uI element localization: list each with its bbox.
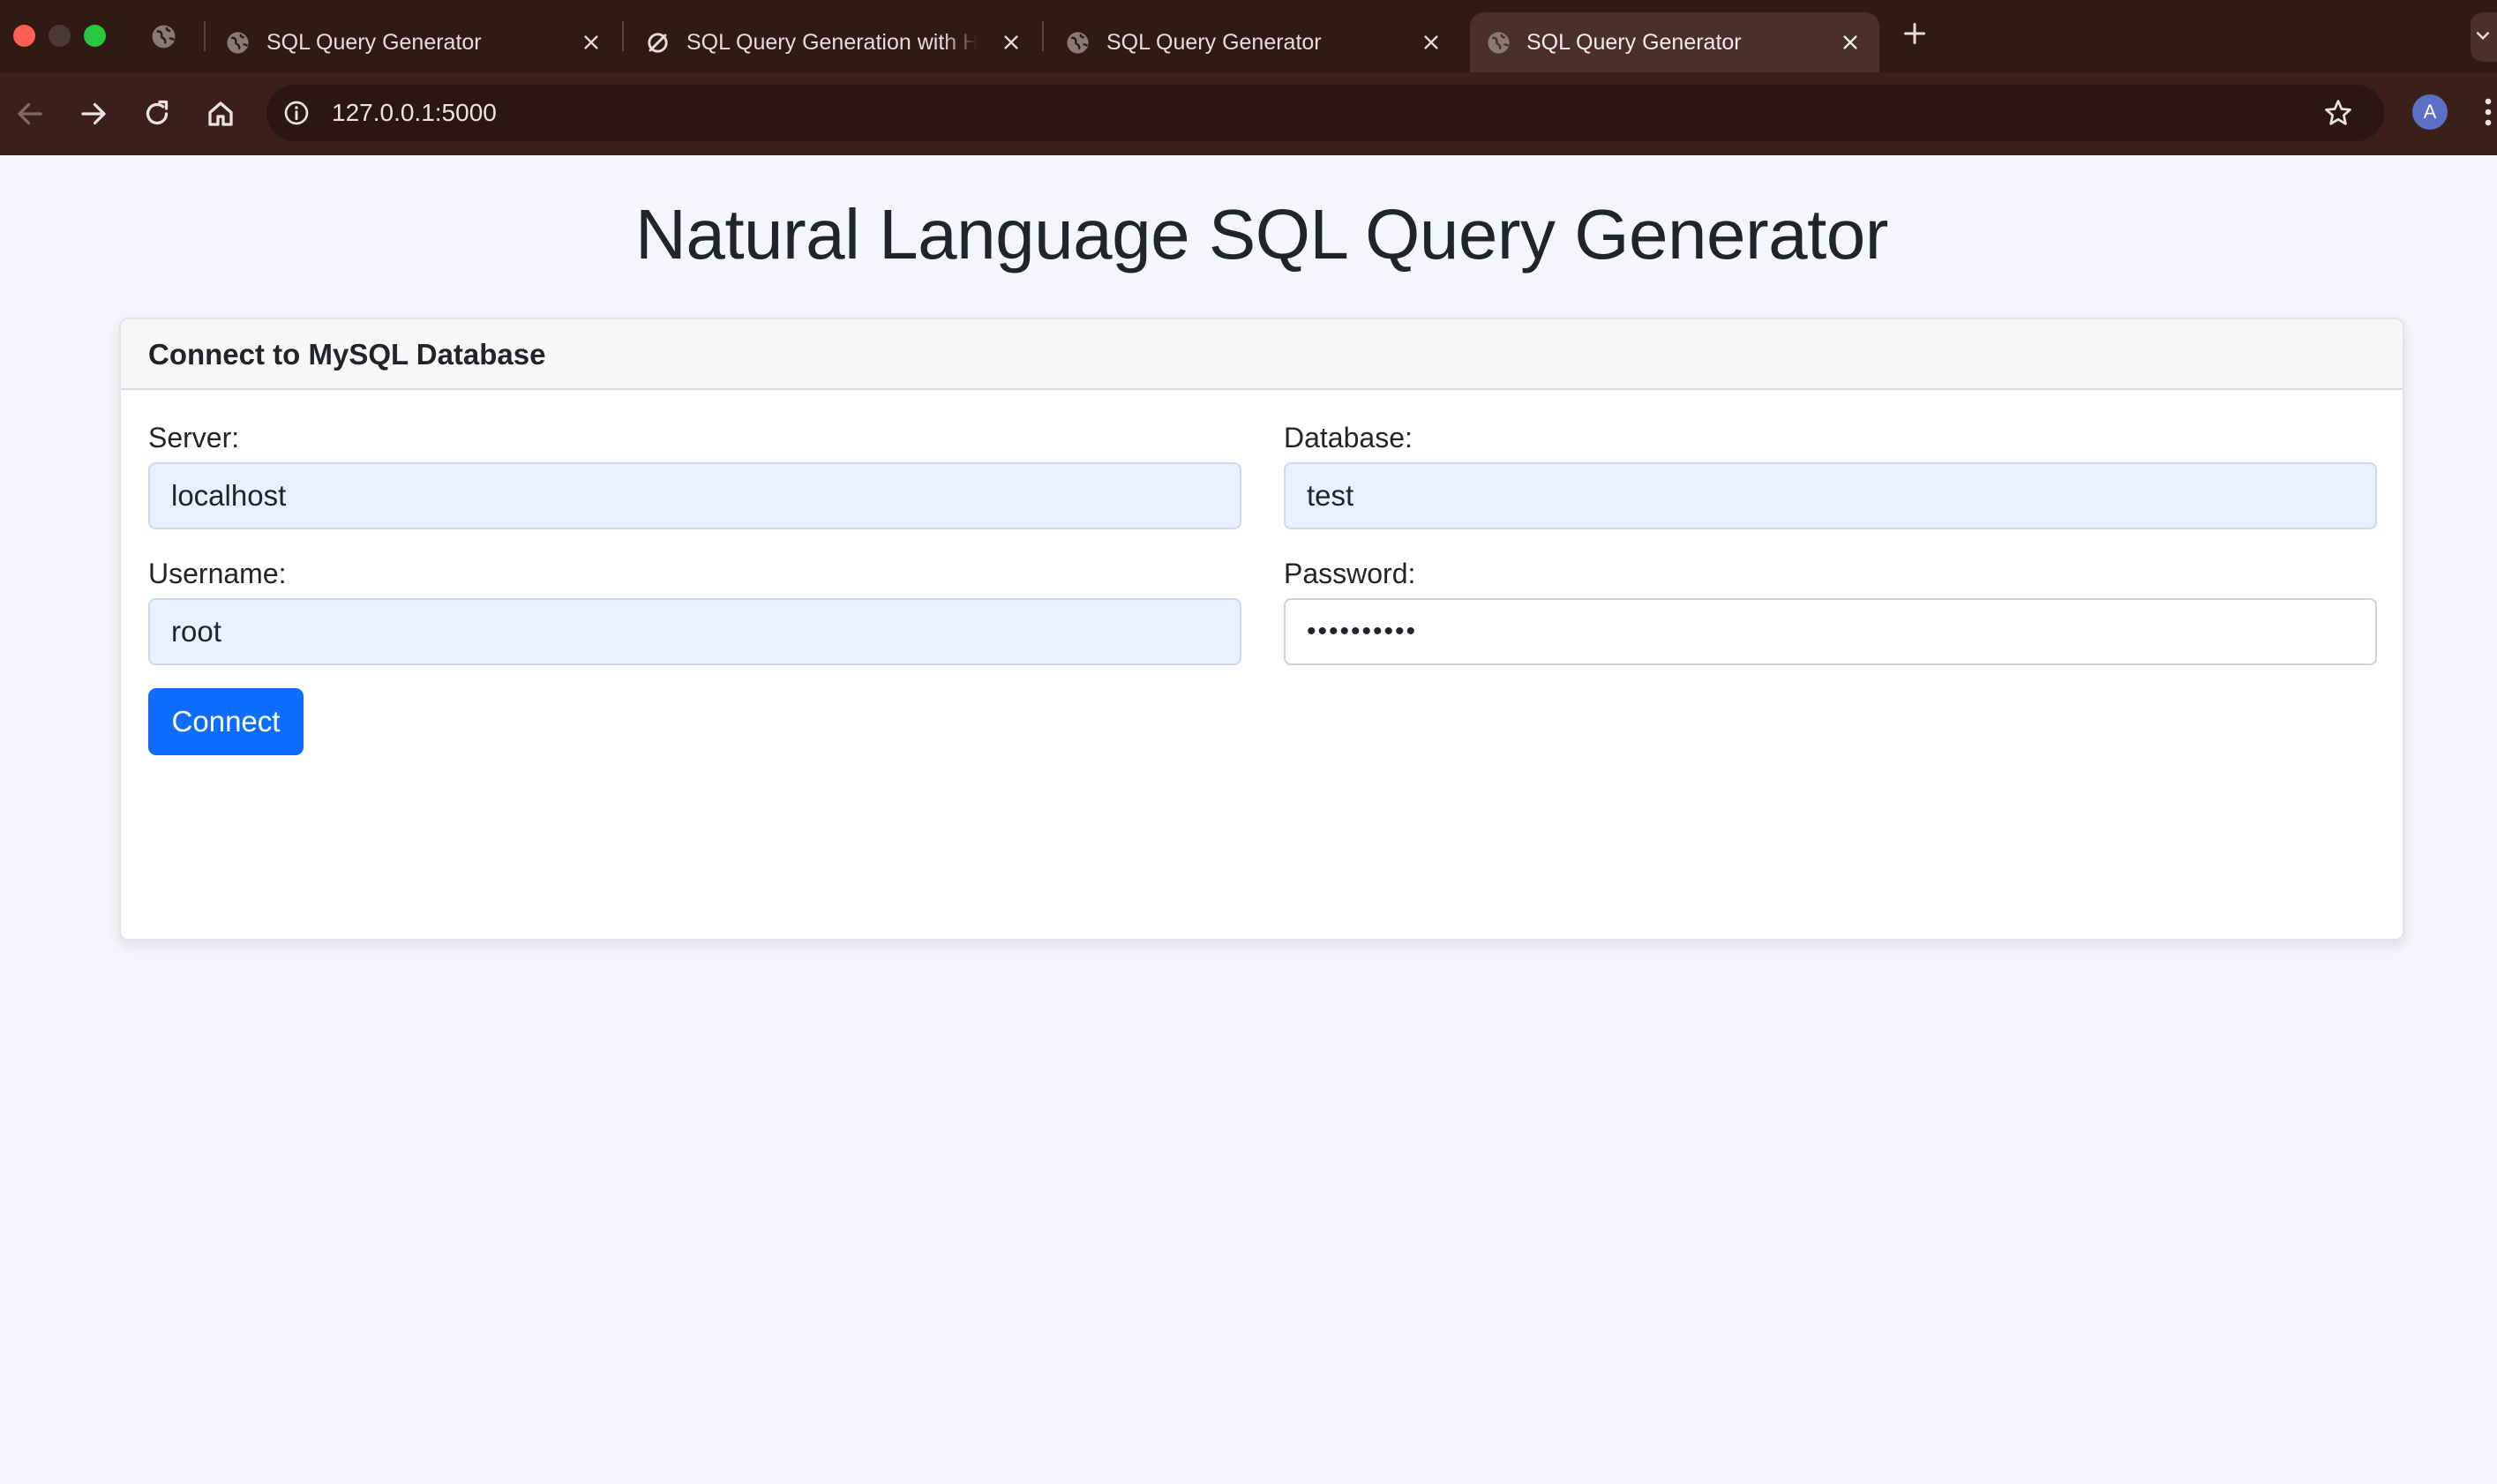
globe-icon[interactable] — [150, 23, 177, 50]
server-label: Server: — [148, 422, 240, 453]
tab-separator — [622, 21, 624, 51]
password-input[interactable] — [1284, 598, 2377, 665]
password-label: Password: — [1284, 558, 1416, 589]
page-title: Natural Language SQL Query Generator — [635, 195, 1888, 274]
username-label: Username: — [148, 558, 287, 589]
close-icon[interactable] — [1001, 33, 1021, 52]
database-label: Database: — [1284, 422, 1413, 453]
back-arrow-icon[interactable] — [14, 98, 46, 130]
browser-tab-active[interactable]: SQL Query Generator — [1470, 12, 1879, 72]
close-icon[interactable] — [581, 33, 601, 52]
connect-card: Connect to MySQL Database Server: Databa… — [119, 318, 2404, 941]
server-input[interactable] — [148, 462, 1241, 529]
openai-icon — [648, 33, 668, 53]
tab-title: SQL Query Generator — [1106, 30, 1322, 55]
tab-search-button[interactable] — [2471, 12, 2497, 62]
globe-icon — [1488, 32, 1510, 54]
window-close-button[interactable] — [13, 25, 35, 47]
tab-title: SQL Query Generation with H — [686, 30, 978, 55]
browser-tab-strip: SQL Query Generator SQL Query Generation… — [0, 0, 2497, 72]
forward-arrow-icon[interactable] — [78, 98, 109, 130]
profile-avatar[interactable]: A — [2412, 94, 2448, 130]
close-icon[interactable] — [1421, 33, 1441, 52]
tab-separator — [1042, 21, 1044, 51]
home-icon[interactable] — [205, 98, 236, 130]
browser-tab[interactable]: SQL Query Generator — [1065, 12, 1444, 72]
globe-icon — [227, 32, 249, 54]
tab-title: SQL Query Generator — [266, 30, 482, 55]
tab-separator — [204, 21, 206, 51]
window-maximize-button[interactable] — [84, 25, 106, 47]
reload-icon[interactable] — [141, 98, 173, 130]
database-input[interactable] — [1284, 462, 2377, 529]
bookmark-star-icon[interactable] — [2322, 97, 2354, 129]
chevron-down-icon — [2476, 32, 2490, 41]
more-menu-icon[interactable] — [2483, 96, 2493, 128]
site-info-icon[interactable] — [282, 99, 311, 127]
address-bar[interactable]: 127.0.0.1:5000 — [266, 85, 2384, 141]
card-header-title: Connect to MySQL Database — [148, 338, 546, 371]
card-header: Connect to MySQL Database — [121, 319, 2403, 390]
page-content: Natural Language SQL Query Generator Con… — [0, 155, 2497, 1484]
new-tab-icon[interactable] — [1902, 21, 1927, 46]
tab-title: SQL Query Generator — [1526, 30, 1742, 55]
window-minimize-button[interactable] — [49, 25, 71, 47]
globe-icon — [1067, 32, 1089, 54]
username-input[interactable] — [148, 598, 1241, 665]
close-icon[interactable] — [1841, 33, 1860, 52]
browser-tab[interactable]: SQL Query Generator — [225, 12, 604, 72]
url-text[interactable]: 127.0.0.1:5000 — [332, 99, 497, 127]
browser-tab[interactable]: SQL Query Generation with H — [645, 12, 1024, 72]
connect-button[interactable]: Connect — [148, 688, 304, 755]
